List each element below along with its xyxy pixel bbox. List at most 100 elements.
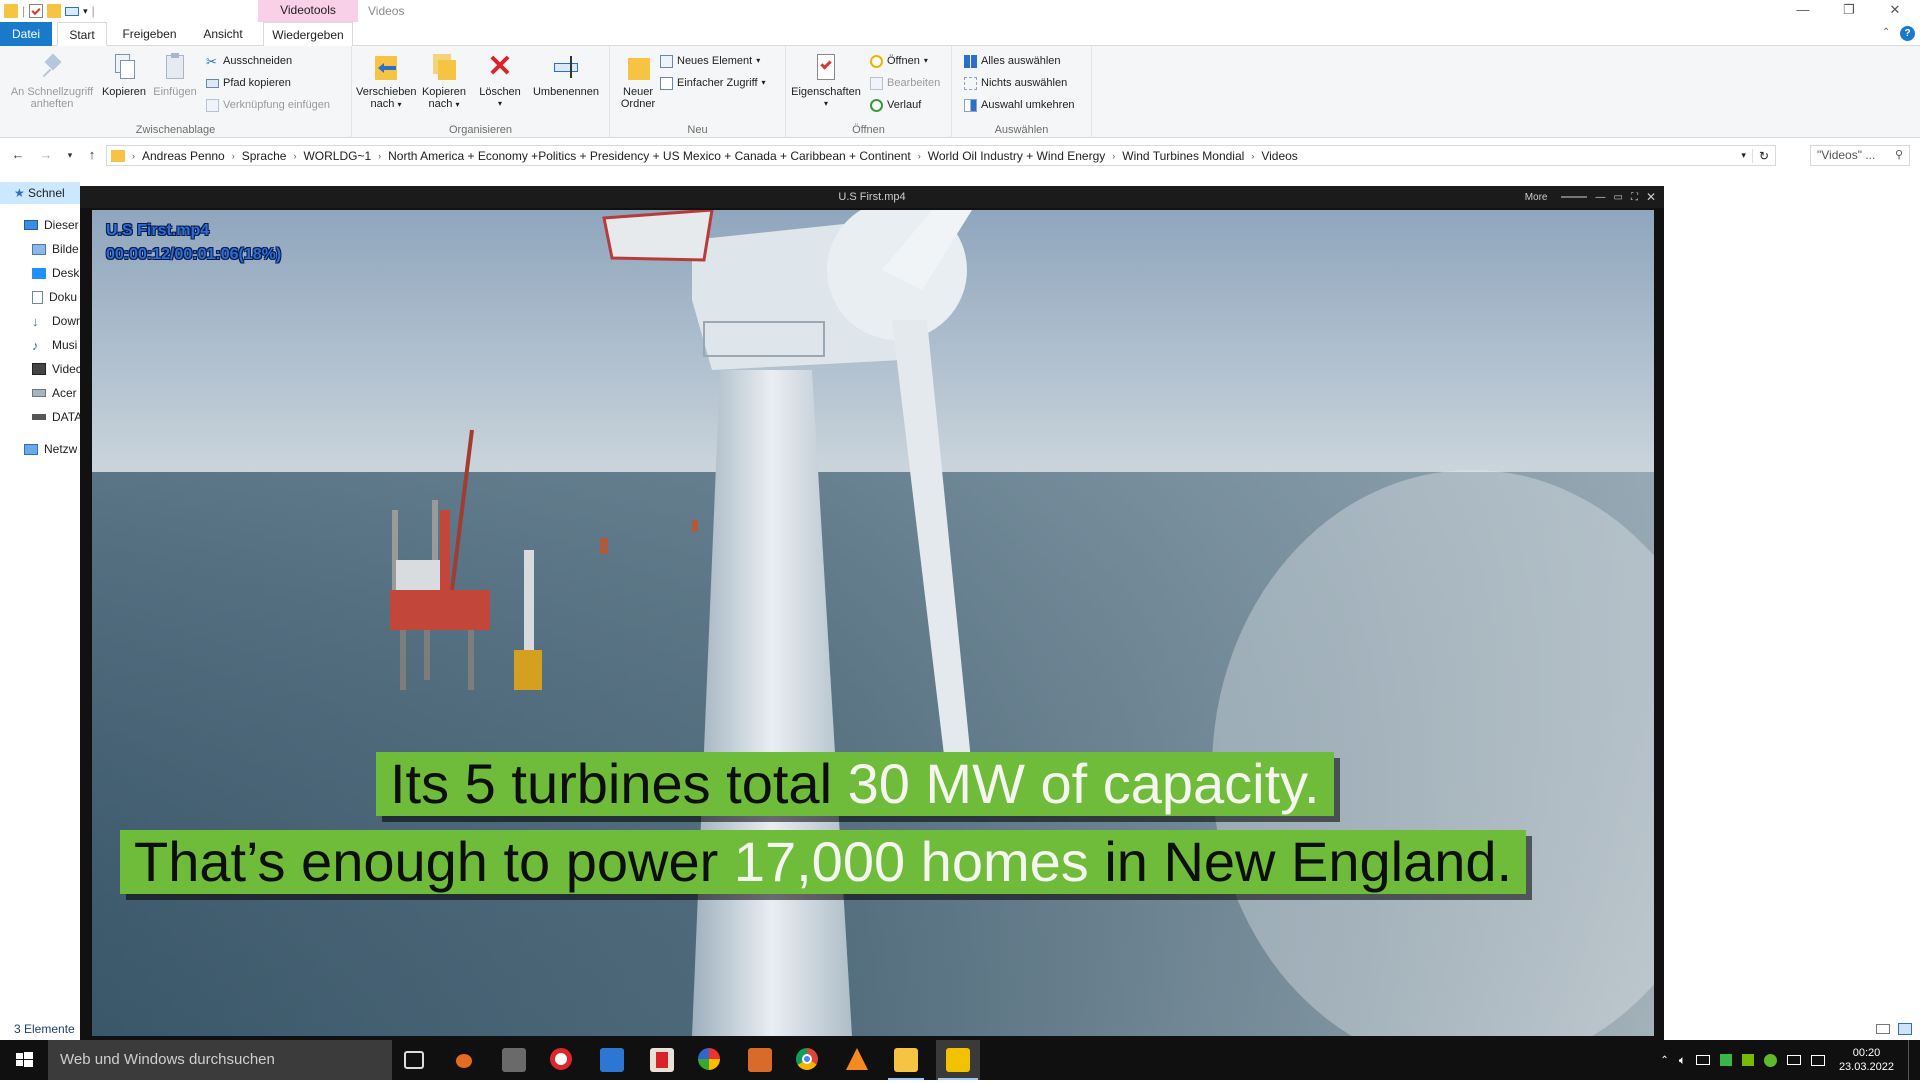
address-dropdown-icon[interactable]: ▾ [1735, 150, 1752, 161]
folder-icon[interactable] [4, 4, 18, 18]
app-tray-icon[interactable] [1719, 1054, 1732, 1066]
nav-item-documents[interactable]: Doku [0, 286, 77, 308]
close-button[interactable]: ✕ [1872, 0, 1918, 22]
clock[interactable]: 00:20 23.03.2022 [1835, 1046, 1898, 1074]
address-bar[interactable]: › Andreas Penno › Sprache › WORLDG~1 › Nort… [106, 145, 1776, 166]
nav-item-acer[interactable]: Acer [0, 382, 77, 404]
new-item-button[interactable]: Neues Element ▾ [660, 52, 760, 70]
image-viewer-icon[interactable] [600, 1048, 624, 1072]
photo-app-icon[interactable] [502, 1048, 526, 1072]
tab-freigeben[interactable]: Freigeben [112, 22, 187, 46]
easy-access-label: Einfacher Zugriff [677, 77, 758, 89]
nav-item-downloads[interactable]: ↓ Dowr [0, 310, 80, 332]
nvidia-icon[interactable] [1741, 1054, 1754, 1066]
collapse-ribbon-icon[interactable]: ⌃ [1882, 27, 1890, 38]
edit-button[interactable]: Bearbeiten [870, 74, 940, 92]
chevron-down-icon[interactable]: ▾ [83, 6, 88, 17]
nav-item-data[interactable]: DATA [0, 406, 82, 428]
search-input[interactable]: "Videos" ... ⚲ [1810, 145, 1910, 166]
open-button[interactable]: Öffnen ▾ [870, 52, 928, 70]
history-button[interactable]: Verlauf [870, 96, 921, 114]
tab-datei[interactable]: Datei [0, 22, 52, 46]
paste-shortcut-button[interactable]: Verknüpfung einfügen [206, 96, 330, 114]
delete-button[interactable]: ✕ Löschen ▾ [476, 52, 524, 110]
help-icon[interactable]: ? [1900, 26, 1915, 41]
fullscreen-icon[interactable]: ⛶ [1631, 192, 1638, 203]
player-title-bar[interactable]: U.S First.mp4 [80, 186, 1664, 208]
up-arrow-icon[interactable]: ↑ [82, 146, 102, 164]
maximize-button[interactable]: ❐ [1826, 0, 1872, 22]
taskbar-search-input[interactable]: Web und Windows durchsuchen [48, 1040, 392, 1080]
invert-selection-button[interactable]: Auswahl umkehren [964, 96, 1075, 114]
recent-locations-chevron-icon[interactable]: ▾ [60, 146, 80, 164]
show-desktop-button[interactable] [1908, 1040, 1912, 1080]
copy-icon [110, 52, 138, 82]
minimize-button[interactable]: — [1780, 0, 1826, 22]
keyboard-icon[interactable] [1786, 1055, 1801, 1065]
refresh-icon[interactable]: ↻ [1751, 148, 1775, 163]
copy-button[interactable]: Kopieren [100, 52, 148, 98]
more-button[interactable]: More [1525, 192, 1548, 203]
tab-start[interactable]: Start [57, 22, 107, 46]
firefox-icon[interactable] [452, 1048, 476, 1072]
nav-item-music[interactable]: ♪ Musi [0, 334, 77, 356]
large-icons-view-icon[interactable] [1898, 1023, 1912, 1035]
nav-item-desktop[interactable]: Desk [0, 262, 79, 284]
tab-ansicht[interactable]: Ansicht [192, 22, 254, 46]
opera-icon[interactable] [550, 1048, 574, 1072]
close-icon[interactable]: ✕ [1646, 190, 1656, 204]
show-hidden-icons-chevron-icon[interactable]: ⌃ [1660, 1055, 1668, 1066]
new-folder-button[interactable]: Neuer Ordner [614, 52, 662, 110]
copy-to-button[interactable]: Kopieren nach ▾ [418, 52, 470, 111]
rename-button[interactable]: Umbenennen [528, 52, 604, 98]
pdf-reader-icon[interactable] [650, 1048, 674, 1072]
breadcrumb-item[interactable]: Sprache [238, 149, 291, 163]
easy-access-button[interactable]: Einfacher Zugriff ▾ [660, 74, 766, 92]
security-check-icon[interactable] [1763, 1053, 1777, 1067]
select-none-button[interactable]: Nichts auswählen [964, 74, 1067, 92]
nav-item-this-pc[interactable]: Dieser [0, 214, 79, 236]
back-arrow-icon[interactable]: ← [8, 146, 28, 164]
nav-item-pictures[interactable]: Bilde [0, 238, 79, 260]
breadcrumb-item[interactable]: North America + Economy +Politics + Pres… [384, 149, 915, 163]
rename-icon[interactable] [65, 6, 80, 16]
media-player-task-button[interactable] [936, 1040, 980, 1080]
breadcrumb-item[interactable]: World Oil Industry + Wind Energy [924, 149, 1110, 163]
invert-selection-icon [964, 98, 977, 112]
nav-item-videos[interactable]: Videc [0, 358, 82, 380]
action-center-icon[interactable] [1810, 1054, 1825, 1066]
breadcrumb-item[interactable]: Wind Turbines Mondial [1118, 149, 1248, 163]
chrome-icon[interactable] [796, 1048, 820, 1072]
properties-icon[interactable] [29, 4, 44, 18]
breadcrumb-item[interactable]: WORLDG~1 [299, 149, 375, 163]
pin-quick-access-button[interactable]: An Schnellzugriff anheften [4, 52, 100, 110]
details-view-icon[interactable] [1876, 1024, 1890, 1034]
minimize-icon[interactable]: — [1595, 192, 1605, 203]
nav-item-quick-access[interactable]: ★ Schnel [0, 182, 80, 204]
paste-button[interactable]: Einfügen [150, 52, 200, 98]
copy-path-button[interactable]: Pfad kopieren [206, 74, 291, 92]
network-icon[interactable] [1695, 1055, 1710, 1065]
vlc-icon[interactable] [846, 1048, 870, 1072]
breadcrumb-item[interactable]: Andreas Penno [138, 149, 229, 163]
restore-icon[interactable]: ▭ [1613, 192, 1622, 203]
breadcrumb-item[interactable]: Videos [1257, 149, 1301, 163]
forward-arrow-icon[interactable]: → [36, 146, 56, 164]
cut-button[interactable]: ✂ Ausschneiden [206, 52, 292, 70]
select-all-button[interactable]: Alles auswählen [964, 52, 1061, 70]
properties-button[interactable]: Eigenschaften ▾ [788, 52, 864, 110]
seek-mini-bar[interactable] [1561, 196, 1588, 198]
new-folder-icon[interactable] [47, 4, 62, 18]
task-view-icon[interactable] [404, 1051, 424, 1069]
video-player-window[interactable]: U.S First.mp4 More — ▭ ⛶ ✕ U.S First.mp4… [80, 186, 1664, 1046]
start-button[interactable] [0, 1040, 48, 1080]
video-frame[interactable]: U.S First.mp4 00:00:12/00:01:06(18%) Its… [92, 210, 1654, 1036]
toolbox-icon[interactable] [748, 1048, 772, 1072]
nav-item-network[interactable]: Netzw [0, 438, 77, 460]
tab-wiedergeben[interactable]: Wiedergeben [263, 22, 353, 46]
volume-icon[interactable]: 🔈︎ [1679, 1053, 1686, 1068]
file-explorer-icon[interactable] [894, 1048, 918, 1072]
monopile [524, 550, 534, 660]
move-to-button[interactable]: Verschieben nach ▾ [356, 52, 417, 111]
picasa-icon[interactable] [698, 1048, 722, 1072]
